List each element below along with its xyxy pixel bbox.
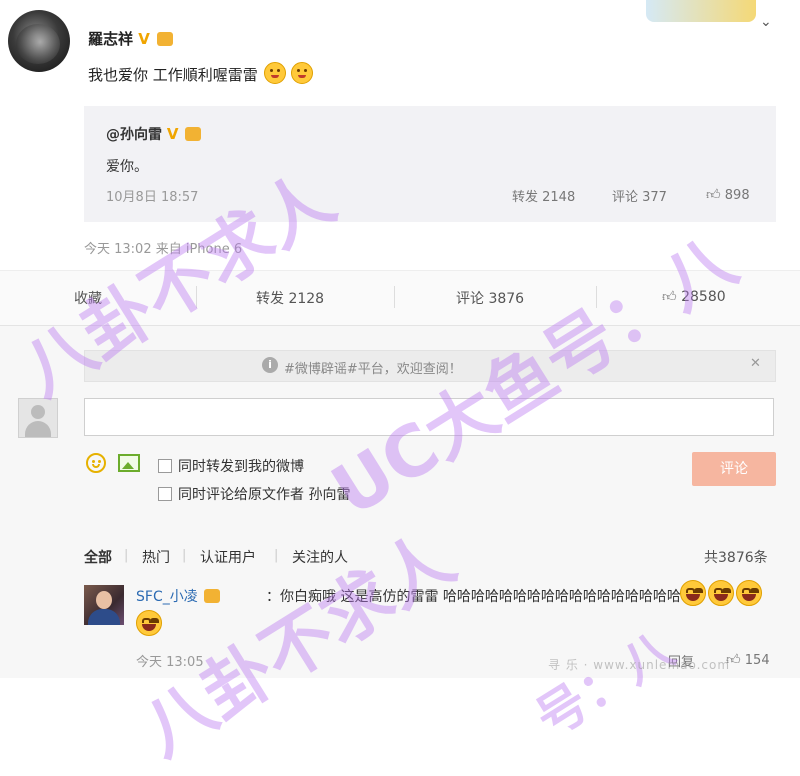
smiley-icon[interactable]: [86, 453, 106, 473]
laugh-emoji-icon: [680, 580, 706, 606]
post-author[interactable]: 羅志祥 V: [88, 28, 174, 49]
comment-emoji-continued: [136, 610, 164, 640]
quoted-like-count: 898: [724, 188, 750, 203]
divider: [394, 286, 395, 308]
current-user-avatar: [18, 398, 58, 438]
tab-following[interactable]: 关注的人: [292, 547, 348, 567]
laugh-emoji-icon: [136, 610, 162, 636]
member-icon: [157, 32, 174, 46]
divider: [196, 286, 197, 308]
site-watermark: 寻 乐 · www.xunlemao.com: [548, 658, 731, 672]
comment-button[interactable]: 评论 3876: [456, 288, 524, 308]
member-icon: [204, 589, 221, 603]
kiss-emoji-icon: [291, 62, 314, 84]
info-icon: i: [262, 357, 278, 373]
quoted-author[interactable]: @孙向雷 V: [106, 124, 202, 144]
divider: [596, 286, 597, 308]
quoted-author-name[interactable]: @孙向雷: [106, 127, 162, 143]
laugh-emoji-icon: [708, 580, 734, 606]
submit-comment-button[interactable]: 评论: [692, 452, 776, 486]
comment-author-checkbox-label[interactable]: 同时评论给原文作者 孙向雷: [178, 484, 350, 504]
post-meta: 今天 13:02 来自 iPhone 6: [84, 242, 243, 257]
repost-checkbox-label[interactable]: 同时转发到我的微博: [178, 456, 304, 476]
divider: |: [124, 548, 129, 563]
post-author-name[interactable]: 羅志祥: [88, 30, 133, 48]
divider: |: [274, 548, 279, 563]
quoted-like-button[interactable]: 👍︎ 898: [706, 186, 750, 203]
repost-button[interactable]: 转发 2128: [256, 288, 324, 308]
like-count: 28580: [681, 289, 726, 305]
favorite-button[interactable]: 收藏: [74, 288, 102, 308]
top-decoration-image: [646, 0, 756, 22]
close-icon[interactable]: ✕: [750, 356, 761, 371]
comment-time: 今天 13:05: [136, 655, 204, 670]
comment-count: 共3876条: [704, 550, 768, 566]
laugh-emoji-icon: [736, 580, 762, 606]
comment-author-checkbox[interactable]: [158, 487, 172, 501]
verified-badge-icon: V: [138, 30, 150, 48]
notice-text[interactable]: #微博辟谣#平台，欢迎查阅！: [284, 358, 462, 377]
repost-checkbox[interactable]: [158, 459, 172, 473]
tab-verified[interactable]: 认证用户: [200, 547, 256, 567]
tab-all[interactable]: 全部: [84, 547, 112, 567]
chevron-down-icon[interactable]: ⌄: [760, 14, 772, 30]
quoted-comment-button[interactable]: 评论 377: [612, 186, 667, 205]
comment-like-count: 154: [744, 653, 770, 668]
thumb-up-icon: 👍︎: [662, 289, 677, 305]
divider: |: [182, 548, 187, 563]
comment-like-button[interactable]: 👍︎ 154: [726, 651, 770, 668]
tab-hot[interactable]: 热门: [142, 547, 170, 567]
comment-input[interactable]: [84, 398, 774, 436]
quoted-repost-button[interactable]: 转发 2148: [512, 186, 575, 205]
comment-author-name[interactable]: SFC_小凌: [136, 589, 198, 605]
author-avatar[interactable]: [8, 10, 70, 72]
kiss-emoji-icon: [263, 62, 286, 84]
quoted-date[interactable]: 10月8日 18:57: [106, 186, 198, 205]
comment-author[interactable]: SFC_小凌: [136, 586, 221, 606]
comment-emojis: [680, 580, 764, 610]
thumb-up-icon: 👍︎: [706, 187, 721, 203]
image-icon[interactable]: [118, 454, 140, 472]
post-body: 我也爱你 工作順利喔雷雷: [88, 62, 314, 85]
like-button[interactable]: 👍︎ 28580: [662, 288, 726, 305]
commenter-avatar[interactable]: [84, 585, 124, 625]
comment-text: ：你白痴哦 这是高仿的雷雷 哈哈哈哈哈哈哈哈哈哈哈哈哈哈哈哈哈哈: [266, 589, 695, 605]
verified-badge-icon: V: [166, 125, 179, 143]
post-text: 我也爱你 工作順利喔雷雷: [88, 66, 258, 84]
quoted-text: 爱你。: [106, 159, 148, 175]
member-icon: [185, 127, 202, 141]
